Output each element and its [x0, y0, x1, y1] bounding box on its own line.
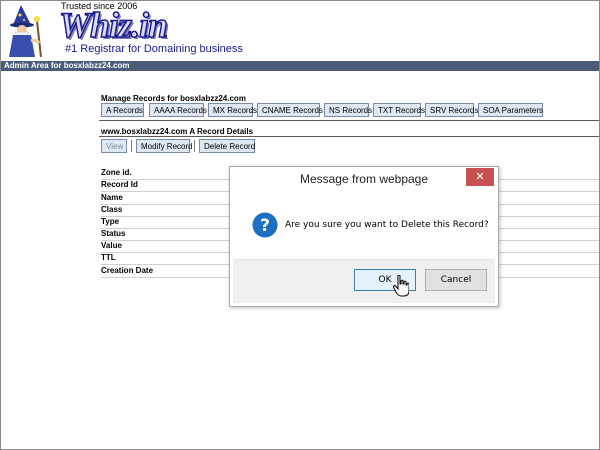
delete-record-button[interactable]: Delete Record	[199, 139, 255, 153]
section-divider	[99, 136, 599, 137]
tab-aaaa-records[interactable]: AAAA Records	[149, 103, 207, 117]
tab-cname-records[interactable]: CNAME Records	[257, 103, 323, 117]
action-separator	[131, 140, 132, 152]
field-label: Zone id.	[101, 168, 132, 177]
record-actions: View Modify Record Delete Record	[101, 139, 301, 153]
question-icon: ?	[252, 212, 278, 238]
section-divider	[99, 120, 599, 121]
view-button[interactable]: View	[101, 139, 127, 153]
admin-area-bar: Admin Area for bosxlabzz24.com	[1, 61, 599, 71]
field-label: Status	[101, 229, 126, 238]
hand-pointer-icon	[393, 275, 409, 297]
tab-mx-records[interactable]: MX Records	[208, 103, 257, 117]
tab-a-records[interactable]: A Records	[101, 103, 144, 117]
site-header: Trusted since 2006 Whiz.in #1 Registrar …	[1, 1, 599, 61]
dialog-title: Message from webpage	[299, 172, 429, 186]
tab-txt-records[interactable]: TXT Records	[373, 103, 425, 117]
field-label: Creation Date	[101, 266, 154, 275]
cancel-button[interactable]: Cancel	[425, 269, 487, 291]
tab-ns-records[interactable]: NS Records	[324, 103, 372, 117]
tab-soa-parameters[interactable]: SOA Parameters	[478, 103, 543, 117]
field-label: Value	[101, 241, 122, 250]
field-label: TTL	[101, 253, 116, 262]
field-label: Type	[101, 217, 120, 226]
site-logo[interactable]: Whiz.in	[58, 6, 169, 44]
field-label: Class	[101, 205, 123, 214]
tab-srv-records[interactable]: SRV Records	[425, 103, 478, 117]
field-label: Record Id	[101, 180, 138, 189]
close-icon[interactable]: ✕	[466, 168, 494, 186]
manage-records-title: Manage Records for bosxlabzz24.com	[101, 94, 246, 103]
record-details-title: www.bosxlabzz24.com A Record Details	[101, 127, 254, 136]
admin-area-label: Admin Area for bosxlabzz24.com	[4, 61, 130, 70]
site-tagline: #1 Registrar for Domaining business	[65, 43, 243, 55]
dialog-button-bar: OK Cancel	[233, 259, 495, 303]
record-type-tabs: A Records AAAA Records MX Records CNAME …	[101, 103, 591, 117]
dialog-message: Are you sure you want to Delete this Rec…	[285, 220, 489, 230]
field-label: Name	[101, 193, 123, 202]
wizard-mascot-icon	[9, 5, 42, 58]
confirm-delete-dialog: Message from webpage ✕ ? Are you sure yo…	[229, 166, 499, 307]
svg-text:?: ?	[260, 216, 270, 236]
modify-record-button[interactable]: Modify Record	[136, 139, 193, 153]
action-separator	[194, 140, 195, 152]
